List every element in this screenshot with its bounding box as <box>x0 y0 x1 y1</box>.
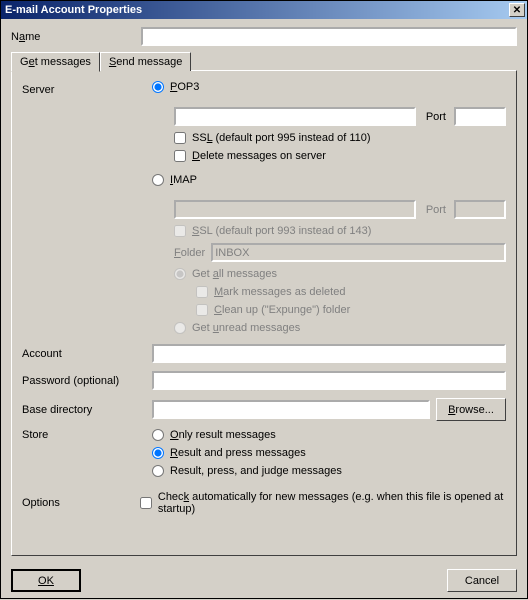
cancel-button[interactable]: Cancel <box>447 569 517 592</box>
store-result-press-judge-radio[interactable] <box>152 465 164 477</box>
imap-server-input <box>174 200 416 219</box>
pop3-ssl-label: SSL (default port 995 instead of 110) <box>192 132 371 144</box>
store-label: Store <box>22 429 152 441</box>
store-result-press-judge-label: Result, press, and judge messages <box>170 465 342 477</box>
tab-get-messages[interactable]: Get messages <box>11 52 100 72</box>
get-all-radio <box>174 268 186 280</box>
store-result-press-label: Result and press messages <box>170 447 306 459</box>
mark-deleted-label: Mark messages as deleted <box>214 286 345 298</box>
base-directory-label: Base directory <box>22 404 152 416</box>
get-messages-panel: Server POP3 Port SSL (default port 995 i… <box>11 70 517 556</box>
check-auto-label: Check automatically for new messages (e.… <box>158 491 506 515</box>
browse-button[interactable]: Browse... <box>436 398 506 421</box>
imap-folder-input <box>211 243 506 262</box>
imap-port-label: Port <box>426 204 446 216</box>
pop3-server-input[interactable] <box>174 107 416 126</box>
pop3-delete-label: Delete messages on server <box>192 150 326 162</box>
password-label: Password (optional) <box>22 375 152 387</box>
imap-folder-label: Folder <box>174 247 205 259</box>
tab-strip: Get messages Send message <box>11 52 517 71</box>
get-unread-radio <box>174 322 186 334</box>
name-label: Name <box>11 31 141 43</box>
base-directory-input[interactable] <box>152 400 430 419</box>
store-only-radio[interactable] <box>152 429 164 441</box>
store-only-label: Only result messages <box>170 429 276 441</box>
imap-radio[interactable] <box>152 174 164 186</box>
name-input[interactable] <box>141 27 517 46</box>
password-input[interactable] <box>152 371 506 390</box>
imap-ssl-label: SSL (default port 993 instead of 143) <box>192 225 371 237</box>
server-label: Server <box>22 84 152 96</box>
window-title: E-mail Account Properties <box>3 4 142 16</box>
check-auto-checkbox[interactable] <box>140 497 152 509</box>
account-input[interactable] <box>152 344 506 363</box>
mark-deleted-checkbox <box>196 286 208 298</box>
close-icon: ✕ <box>513 5 521 16</box>
get-all-label: Get all messages <box>192 268 277 280</box>
pop3-ssl-checkbox[interactable] <box>174 132 186 144</box>
tab-send-message[interactable]: Send message <box>100 52 191 71</box>
pop3-label: POP3 <box>170 81 199 93</box>
store-result-press-radio[interactable] <box>152 447 164 459</box>
cleanup-checkbox <box>196 304 208 316</box>
imap-port-input <box>454 200 506 219</box>
options-label: Options <box>22 497 140 509</box>
pop3-delete-checkbox[interactable] <box>174 150 186 162</box>
titlebar: E-mail Account Properties ✕ <box>1 1 527 19</box>
ok-button[interactable]: OK <box>11 569 81 592</box>
pop3-radio[interactable] <box>152 81 164 93</box>
account-label: Account <box>22 348 152 360</box>
button-bar: OK Cancel <box>1 563 527 600</box>
cleanup-label: Clean up ("Expunge") folder <box>214 304 350 316</box>
close-button[interactable]: ✕ <box>509 3 525 17</box>
pop3-port-label: Port <box>426 111 446 123</box>
get-unread-label: Get unread messages <box>192 322 300 334</box>
pop3-port-input[interactable] <box>454 107 506 126</box>
imap-ssl-checkbox <box>174 225 186 237</box>
dialog-body: Name Get messages Send message Server PO… <box>1 19 527 563</box>
imap-label: IMAP <box>170 174 197 186</box>
